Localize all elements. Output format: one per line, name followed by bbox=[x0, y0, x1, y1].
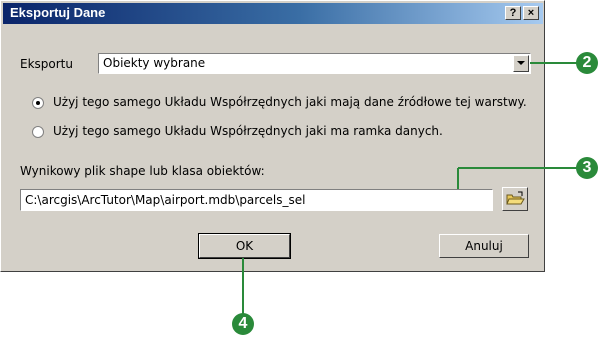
callout-4: 4 bbox=[232, 313, 254, 335]
callout-2: 2 bbox=[576, 52, 598, 74]
callout-lines bbox=[242, 62, 580, 316]
callout-3: 3 bbox=[576, 157, 598, 179]
